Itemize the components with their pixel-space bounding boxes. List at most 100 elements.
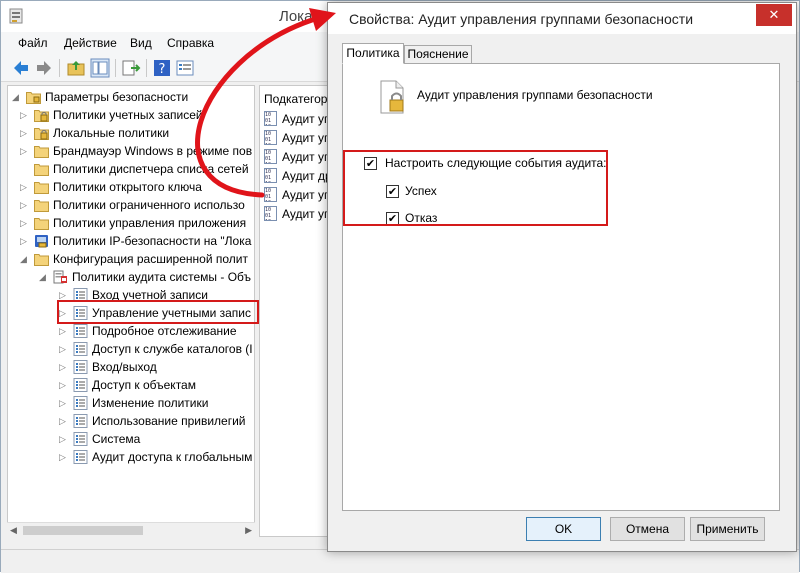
up-folder-icon[interactable] [66,58,86,78]
apply-button[interactable]: Применить [690,517,765,541]
menu-view[interactable]: Вид [130,36,152,50]
collapsed-arrow-icon[interactable]: ▷ [59,412,69,430]
menu-action[interactable]: Действие [64,36,117,50]
dialog-title: Свойства: Аудит управления группами безо… [349,11,694,27]
subcategory-label: Аудит др [282,169,332,183]
properties-dialog: Свойства: Аудит управления группами безо… [327,2,797,552]
folder-icon [34,252,49,266]
cancel-button[interactable]: Отмена [610,517,685,541]
forward-arrow-icon[interactable] [34,58,54,78]
collapsed-arrow-icon[interactable]: ▷ [59,322,69,340]
tree-item-label: Параметры безопасности [45,90,189,104]
expanded-arrow-icon[interactable]: ◢ [12,88,22,106]
policy-tab-panel: Аудит управления группами безопасности ✔… [342,63,780,511]
audit-category-icon [73,450,88,464]
tree-item-label: Политики аудита системы - Объ [72,270,252,284]
collapsed-arrow-icon[interactable]: ▷ [59,340,69,358]
scroll-thumb[interactable] [23,526,143,535]
policy-name: Аудит управления группами безопасности [417,88,653,102]
export-list-icon[interactable] [121,58,141,78]
audit-category-icon [73,414,88,428]
audit-setting-icon: 100110 [264,111,277,126]
tree-item-label: Доступ к объектам [92,378,196,392]
tree-item-label: Аудит доступа к глобальным [92,450,253,464]
tree-item-label: Политики открытого ключа [53,180,202,194]
lock-folder-icon [34,108,49,122]
collapsed-arrow-icon[interactable]: ▷ [59,430,69,448]
folder-icon [34,144,49,158]
collapsed-arrow-icon[interactable]: ▷ [20,232,30,250]
toolbar-separator [59,59,60,77]
tree-item-label: Доступ к службе каталогов (I [92,342,253,356]
subcategory-label: Аудит уп [282,112,331,126]
expanded-arrow-icon[interactable]: ◢ [20,250,30,268]
tree-item-label: Политики диспетчера списка сетей [53,162,249,176]
folder-icon [34,180,49,194]
tree-item-label: Политики IP-безопасности на "Лока [53,234,252,248]
mmc-window-title: Лока [279,8,313,25]
audit-category-icon [73,324,88,338]
mmc-app-icon [9,8,23,24]
collapsed-arrow-icon[interactable]: ▷ [20,178,30,196]
subcategory-label: Аудит уп [282,207,331,221]
audit-policy-icon [53,270,68,284]
highlight-box-audit-settings [343,150,608,226]
subcategory-column-header[interactable]: Подкатегор [264,92,327,106]
expanded-arrow-icon[interactable]: ◢ [39,268,49,286]
ok-button[interactable]: OK [526,517,601,541]
collapsed-arrow-icon[interactable]: ▷ [59,448,69,466]
tree-item-label: Политики учетных записей [53,108,203,122]
dialog-titlebar: Свойства: Аудит управления группами безо… [328,3,796,34]
menu-file[interactable]: Файл [18,36,48,50]
tree-item-label: Изменение политики [92,396,209,410]
audit-setting-icon: 100110 [264,149,277,164]
lock-folder-icon [34,126,49,140]
folder-icon [34,216,49,230]
audit-setting-icon: 100110 [264,187,277,202]
audit-category-icon [73,342,88,356]
audit-category-icon [73,432,88,446]
tab-policy[interactable]: Политика [342,43,404,64]
scroll-right-icon[interactable]: ▶ [245,525,252,536]
audit-setting-icon: 100110 [264,168,277,183]
tree-item-label: Политики ограниченного использо [53,198,245,212]
tree-item-label: Вход/выход [92,360,157,374]
tab-explanation[interactable]: Пояснение [404,45,472,64]
ipsec-icon [34,234,49,248]
collapsed-arrow-icon[interactable]: ▷ [59,358,69,376]
audit-setting-icon: 100110 [264,206,277,221]
svg-text:?: ? [159,62,166,77]
help-icon[interactable]: ? [152,58,172,78]
show-hide-tree-icon[interactable] [90,58,110,78]
audit-category-icon [73,396,88,410]
policy-document-lock-icon [380,80,404,114]
status-bar [1,549,799,573]
collapsed-arrow-icon[interactable]: ▷ [59,394,69,412]
collapsed-arrow-icon[interactable]: ▷ [20,106,30,124]
collapsed-arrow-icon[interactable]: ▷ [20,142,30,160]
collapsed-arrow-icon[interactable]: ▷ [59,376,69,394]
folder-icon [34,162,49,176]
subcategory-label: Аудит уп [282,150,331,164]
back-arrow-icon[interactable] [11,58,31,78]
tree-horizontal-scrollbar[interactable]: ◀ ▶ [7,522,255,537]
toolbar-separator [115,59,116,77]
tree-item-label: Система [92,432,141,446]
collapsed-arrow-icon[interactable]: ▷ [20,124,30,142]
close-icon: ✕ [768,7,780,22]
tree-item-label: Брандмауэр Windows в режиме пов [53,144,253,158]
properties-icon[interactable] [175,58,195,78]
menu-help[interactable]: Справка [167,36,214,50]
folder-icon [34,198,49,212]
collapsed-arrow-icon[interactable]: ▷ [20,196,30,214]
tree-item-label: Использование привилегий [92,414,246,428]
tree-item-label: Локальные политики [53,126,170,140]
security-settings-icon [26,90,41,104]
tree-item-label: Подробное отслеживание [92,324,237,338]
toolbar-separator [146,59,147,77]
scroll-left-icon[interactable]: ◀ [10,525,17,536]
collapsed-arrow-icon[interactable]: ▷ [20,214,30,232]
audit-category-icon [73,378,88,392]
audit-category-icon [73,360,88,374]
close-button[interactable]: ✕ [756,4,792,26]
